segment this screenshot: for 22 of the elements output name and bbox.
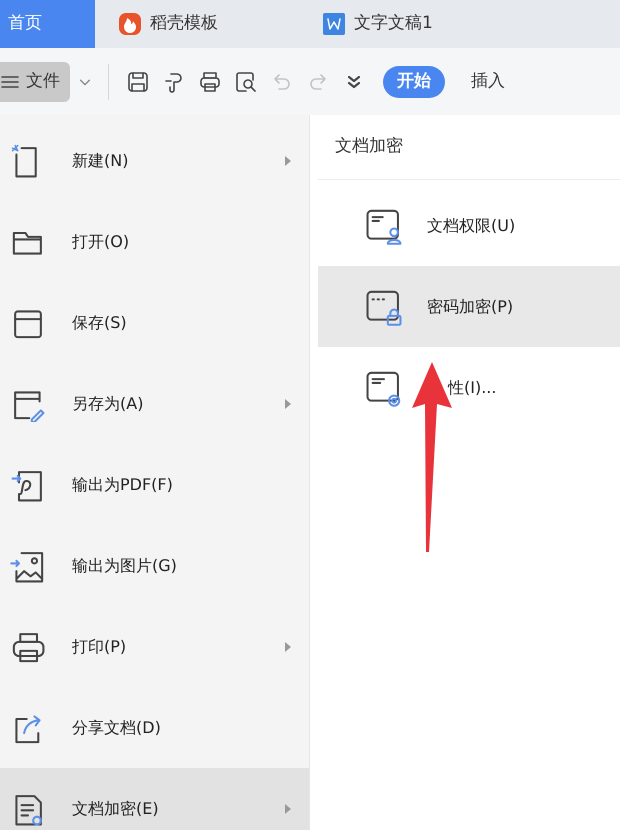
menu-item[interactable]: 另存为(A) [0,363,309,444]
menu-item[interactable]: 文档加密(E) [0,768,309,830]
file-menu-button[interactable]: 文件 [0,62,70,102]
print-preview-icon [234,70,258,94]
submenu-title: 文档加密 [335,135,403,158]
menu-item[interactable]: 打开(O) [0,201,309,282]
printer-icon [198,70,222,94]
ribbon-tab[interactable]: 开始 [383,66,445,98]
ribbon-tab[interactable]: 插入 [457,66,519,98]
menu-item[interactable]: 输出为图片(G) [0,525,309,606]
submenu-item[interactable]: 密码加密(P) [318,266,620,347]
tab[interactable]: 首页 [0,0,95,48]
menu-item[interactable]: 保存(S) [0,282,309,363]
save-icon [126,70,150,94]
menu-item[interactable]: 新建(N) [0,120,309,201]
document-logo-icon [322,12,346,36]
menu-item[interactable]: 打印(P) [0,606,309,687]
menu-item[interactable]: 分享文档(D) [0,687,309,768]
flame-logo-icon [118,12,142,36]
submenu-item[interactable]: 性(I)... [318,347,620,428]
menu-item[interactable]: 输出为PDF(F) [0,444,309,525]
submenu-item[interactable]: 文档权限(U) [318,185,620,266]
